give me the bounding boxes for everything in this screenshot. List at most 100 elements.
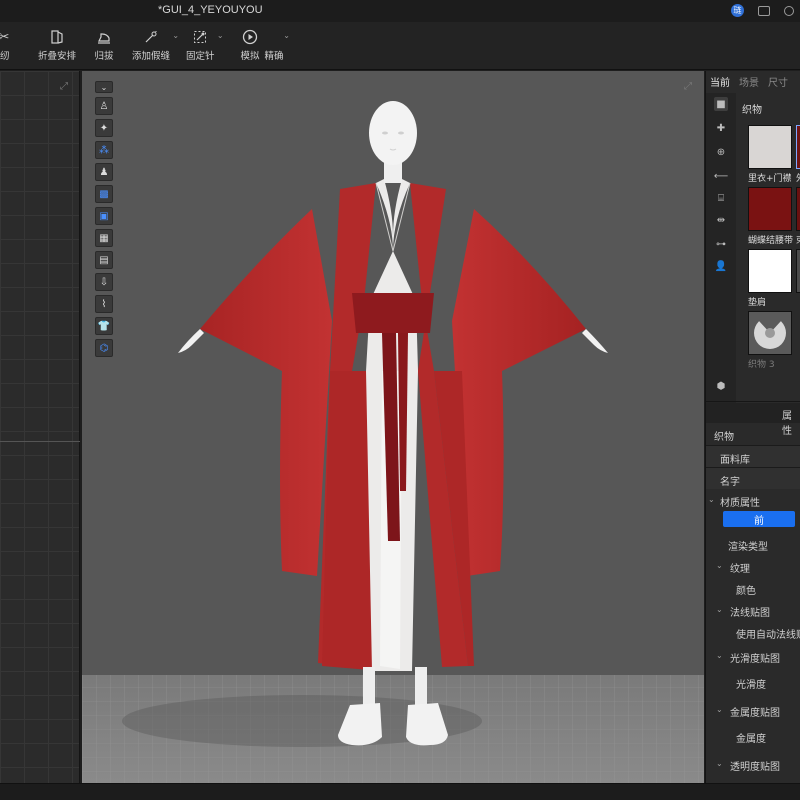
add-tack-button[interactable]: 添加假缝 ⌄ [132, 28, 179, 62]
material-label: 材质属性 [720, 498, 760, 509]
mesh-icon[interactable]: ▦ [95, 229, 113, 247]
avatar-scene[interactable] [82, 71, 704, 783]
iron-icon [94, 28, 114, 46]
buttonhole-category-icon[interactable]: ⊕ [714, 145, 728, 159]
metal-row[interactable]: 金属度 [706, 725, 800, 747]
normal-map-label: 法线贴图 [730, 608, 770, 619]
right-sleeve [452, 209, 586, 576]
chevron-down-icon[interactable]: ⌄ [283, 31, 290, 40]
sew-tool-label: 缝纫 [0, 51, 10, 62]
simulate-label: 模拟 [240, 51, 260, 62]
render-type-label: 渲染类型 [728, 542, 768, 553]
fabric-texture-icon[interactable]: ▣ [95, 207, 113, 225]
collapse-chevron-icon[interactable]: ⌄ [95, 81, 113, 93]
iron-button[interactable]: 归拔 [94, 28, 114, 62]
waist-sash [352, 293, 434, 333]
garment-icon[interactable]: 👕 [95, 317, 113, 335]
chevron-down-icon[interactable]: ⌄ [172, 31, 179, 40]
measure-icon[interactable]: ⌬ [95, 339, 113, 357]
tack-add-icon [141, 28, 161, 46]
pin-button[interactable]: 固定针 ⌄ [186, 28, 224, 62]
iron-label: 归拔 [94, 51, 114, 62]
gloss-map-label: 光滑度贴图 [730, 654, 780, 665]
left-panel: ⤢ [0, 71, 80, 783]
fold-arrange-button[interactable]: 折叠安排 [38, 28, 76, 62]
avatar-category-icon[interactable]: 👤 [714, 259, 728, 273]
zipper-category-icon[interactable]: ⌸ [714, 191, 728, 205]
fabric-swatch[interactable] [796, 249, 800, 293]
fabric-swatch[interactable] [748, 311, 792, 355]
gloss-map-row[interactable]: ⌄ 光滑度贴图 [706, 645, 800, 667]
tab-size[interactable]: 尺寸 [768, 74, 788, 89]
color-label: 颜色 [736, 586, 756, 597]
pin-label: 固定针 [186, 51, 215, 62]
fabric-name: 织物 3 [748, 360, 775, 370]
fabric-swatch[interactable] [796, 125, 800, 169]
auto-normal-row[interactable]: 使用自动法线贴 [706, 621, 800, 643]
floor-grid [82, 675, 704, 783]
accurate-button[interactable]: 精确 ⌄ [264, 28, 290, 62]
mannequin-head [369, 101, 417, 165]
pin-icon [190, 28, 210, 46]
expand-icon[interactable]: ⤢ [60, 81, 68, 92]
app-window: *GUI_4_YEYOUYOU 琏 ✂ 缝纫 折叠安排 归拔 [0, 0, 800, 800]
material-property-row[interactable]: ⌄ 材质属性 [706, 489, 800, 511]
normal-map-row[interactable]: ⌄ 法线贴图 [706, 599, 800, 621]
3d-viewport[interactable]: ⌄ ♙ ✦ ⁂ ♟ ▩ ▣ ▦ ▤ ⇩ ⌇ 👕 ⌬ ⤢ [82, 71, 704, 783]
fabric-name: 垫肩 [748, 298, 767, 308]
fabric-category-icon[interactable]: ■ [714, 97, 728, 111]
texture-row[interactable]: ⌄ 纹理 [706, 555, 800, 577]
fabric-swatch[interactable] [748, 187, 792, 231]
chevron-down-icon: ⌄ [716, 705, 723, 714]
help-icon[interactable] [784, 5, 794, 16]
avatar-solid-icon[interactable]: ♟ [95, 163, 113, 181]
message-icon[interactable] [758, 5, 770, 16]
auto-normal-label: 使用自动法线贴 [736, 630, 800, 641]
title-bar-icons: 琏 [731, 4, 794, 17]
sew-tool-button[interactable]: ✂ 缝纫 [0, 28, 14, 63]
metal-map-row[interactable]: ⌄ 金属度贴图 [706, 699, 800, 721]
cube-icon[interactable]: ⬢ [714, 379, 728, 393]
opacity-map-label: 透明度贴图 [730, 762, 780, 773]
button-category-icon[interactable]: ✚ [714, 121, 728, 135]
fabric-swatch[interactable] [748, 125, 792, 169]
front-side-button[interactable]: 前 [723, 511, 795, 527]
simulate-icon [240, 28, 260, 46]
fold-arrange-icon [47, 28, 67, 46]
fabric-library-label: 面料库 [720, 455, 750, 466]
grid-icon[interactable]: ▤ [95, 251, 113, 269]
fold-arrange-label: 折叠安排 [38, 51, 77, 62]
skeleton-icon[interactable]: ✦ [95, 119, 113, 137]
arrangement-points-icon[interactable]: ⁂ [95, 141, 113, 159]
texture-pattern-icon[interactable]: ▩ [95, 185, 113, 203]
opacity-map-row[interactable]: ⌄ 透明度贴图 [706, 753, 800, 775]
fabric-swatch[interactable] [796, 187, 800, 231]
pressure-icon[interactable]: ⇩ [95, 273, 113, 291]
category-icon-strip: ■ ✚ ⊕ ⟵ ⌸ ⇹ ⊶ 👤 ⬢ [706, 93, 736, 403]
fabric-name: 外 [796, 171, 800, 184]
gloss-row[interactable]: 光滑度 [706, 671, 800, 693]
fabric-section-title: 织物 [742, 105, 762, 116]
add-tack-label: 添加假缝 [132, 51, 171, 62]
tab-current[interactable]: 当前 [710, 74, 730, 89]
fabric-library-row[interactable]: 面料库 [706, 445, 800, 467]
main-toolbar: ✂ 缝纫 折叠安排 归拔 添加假缝 ⌄ 固定针 ⌄ [0, 22, 800, 70]
viewport-toolbar: ⌄ ♙ ✦ ⁂ ♟ ▩ ▣ ▦ ▤ ⇩ ⌇ 👕 ⌬ [95, 81, 113, 357]
color-row[interactable]: 颜色 [706, 577, 800, 599]
panel-divider [706, 401, 800, 402]
metal-map-label: 金属度贴图 [730, 708, 780, 719]
render-type-row[interactable]: 渲染类型 [706, 533, 800, 555]
user-badge-icon[interactable]: 琏 [731, 4, 744, 17]
expand-icon[interactable]: ⤢ [684, 81, 692, 92]
seam-category-icon[interactable]: ⇹ [714, 213, 728, 227]
trim-category-icon[interactable]: ⊶ [714, 237, 728, 251]
fabric-name-row[interactable]: 名字 [706, 467, 800, 489]
panel-divider [0, 441, 80, 442]
tab-scene[interactable]: 场景 [739, 74, 759, 89]
chevron-down-icon[interactable]: ⌄ [217, 31, 224, 40]
simulate-button[interactable]: 模拟 [240, 28, 260, 62]
fabric-swatch[interactable] [748, 249, 792, 293]
topstitch-category-icon[interactable]: ⟵ [714, 169, 728, 183]
avatar-display-icon[interactable]: ♙ [95, 97, 113, 115]
seam-line-icon[interactable]: ⌇ [95, 295, 113, 313]
